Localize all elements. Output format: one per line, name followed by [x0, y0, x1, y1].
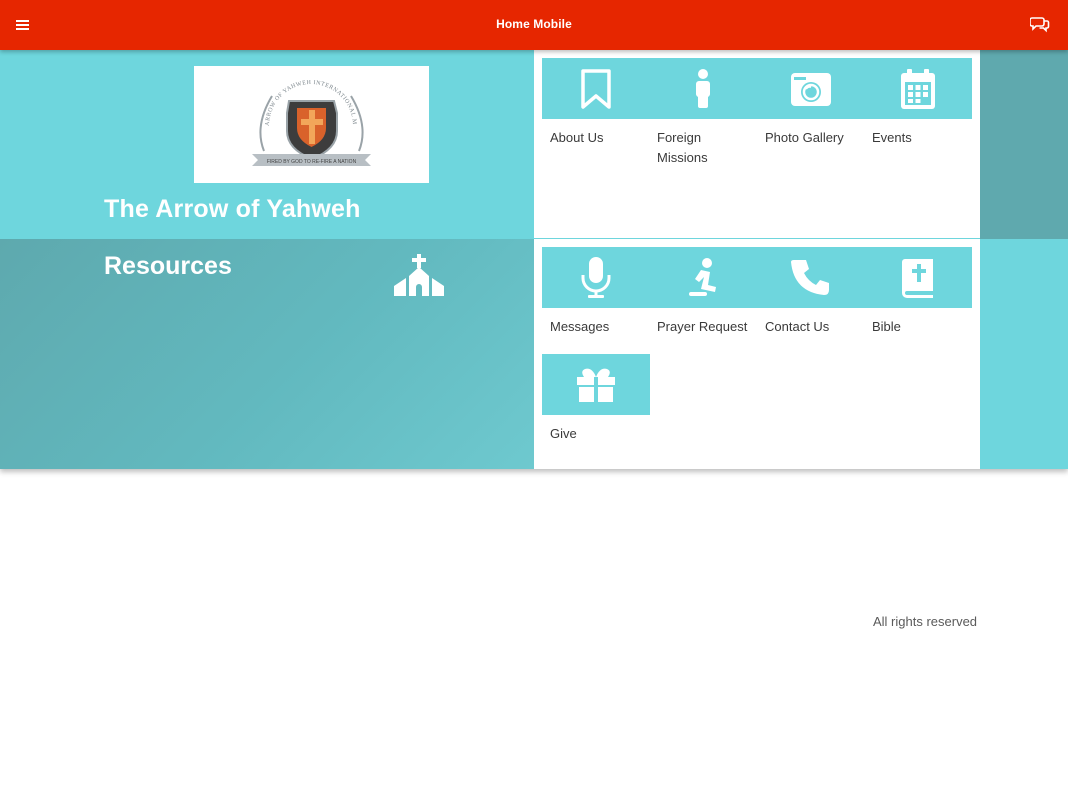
tile-icon-box: [757, 58, 865, 119]
camera-icon: [791, 72, 831, 106]
tile-label: Photo Gallery: [765, 130, 844, 145]
tile-about-us[interactable]: About Us: [542, 58, 650, 148]
tile-label: Give: [550, 426, 577, 441]
organization-title: The Arrow of Yahweh: [104, 195, 361, 223]
tile-icon-box: [864, 58, 972, 119]
tile-contact-us[interactable]: Contact Us: [757, 247, 865, 337]
ministry-logo: ARROW OF YAHWEH INTERNATIONAL MINISTRIES…: [192, 62, 429, 183]
tile-label: Prayer Request: [657, 319, 748, 334]
tile-prayer-request[interactable]: Prayer Request: [649, 247, 757, 337]
kneeling-person-icon: [689, 257, 716, 296]
tile-label: Events: [872, 130, 912, 145]
tile-foreign-missions[interactable]: Foreign Missions: [649, 58, 757, 168]
tile-label: Foreign Missions: [657, 130, 708, 165]
tile-photo-gallery[interactable]: Photo Gallery: [757, 58, 865, 148]
tile-icon-box: [542, 58, 650, 119]
tile-icon-box: [757, 247, 865, 308]
bible-icon: [902, 258, 933, 298]
resources-background: [0, 239, 534, 469]
tile-label: About Us: [550, 130, 604, 145]
tile-icon-box: [649, 247, 757, 308]
microphone-icon: [581, 256, 611, 298]
tile-messages[interactable]: Messages: [542, 247, 650, 337]
bookmark-icon: [581, 68, 611, 109]
banner-text: FIRED BY GOD TO RE-FIRE A NATION: [267, 159, 357, 165]
band-edge: [980, 50, 1068, 239]
top-app-bar: Home Mobile: [0, 0, 1068, 50]
tile-icon-box: [542, 354, 650, 415]
tile-label: Messages: [550, 319, 610, 334]
church-icon: [393, 254, 445, 296]
top-tiles-panel: About Us Foreign Missions Photo Gallery …: [534, 50, 980, 238]
resources-heading: Resources: [104, 252, 232, 280]
bottom-tiles-panel: Messages Prayer Request Contact Us Bible…: [534, 239, 980, 469]
gift-icon: [577, 368, 615, 402]
chat-bubbles-icon[interactable]: [1029, 14, 1050, 34]
tile-bible[interactable]: Bible: [864, 247, 972, 337]
tile-icon-box: [864, 247, 972, 308]
tile-icon-box: [649, 58, 757, 119]
person-icon: [696, 68, 710, 108]
calendar-icon: [901, 68, 935, 109]
tile-label: Bible: [872, 319, 901, 334]
tile-icon-box: [542, 247, 650, 308]
tile-label: Contact Us: [765, 319, 830, 334]
hero-section: ARROW OF YAHWEH INTERNATIONAL MINISTRIES…: [0, 50, 1068, 469]
page-title: Home Mobile: [496, 17, 572, 31]
footer-copyright: All rights reserved: [873, 614, 978, 629]
tile-events[interactable]: Events: [864, 58, 972, 148]
tile-give[interactable]: Give: [542, 354, 650, 444]
phone-icon: [791, 259, 829, 295]
